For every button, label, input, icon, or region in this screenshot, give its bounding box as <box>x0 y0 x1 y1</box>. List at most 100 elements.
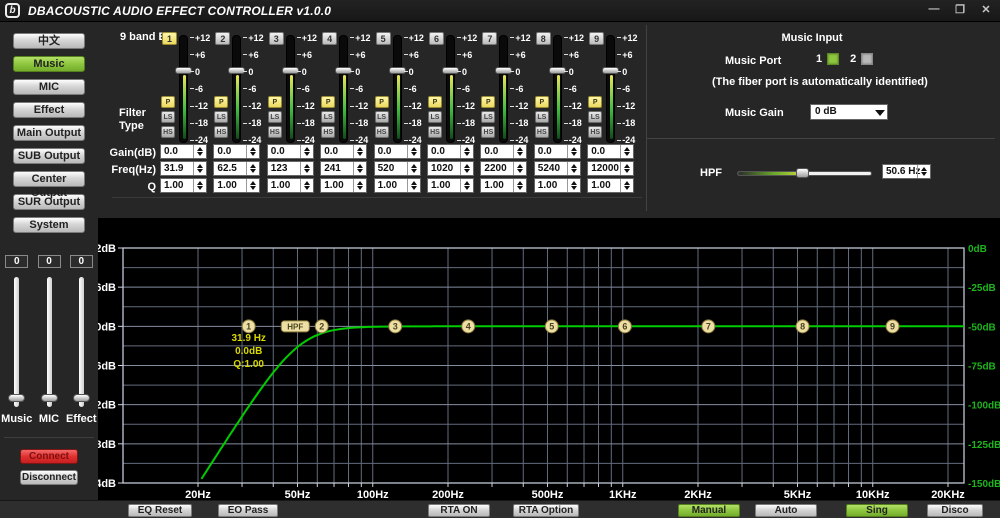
rta-option-button[interactable]: RTA Option <box>513 504 579 517</box>
eq-band-select-button[interactable]: 8 <box>536 32 551 45</box>
spinner-down-icon[interactable] <box>304 186 310 190</box>
spinner-up-icon[interactable] <box>411 181 417 185</box>
filter-type-hs-button[interactable]: HS <box>428 126 442 138</box>
spinner-up-icon[interactable] <box>464 181 470 185</box>
eq-gain-slider[interactable] <box>606 35 615 143</box>
spinner-down-icon[interactable] <box>304 169 310 173</box>
spinner-arrows-icon[interactable] <box>460 162 473 175</box>
spinner-down-icon[interactable] <box>304 152 310 156</box>
eq-q-spinner-band1[interactable]: 1.00 <box>160 178 207 193</box>
fader-thumb[interactable] <box>41 394 58 402</box>
sidebar-item-SUR Output[interactable]: SUR Output <box>13 194 85 210</box>
spinner-down-icon[interactable] <box>624 169 630 173</box>
music-port-1-checkbox[interactable] <box>827 53 839 65</box>
spinner-arrows-icon[interactable] <box>567 179 580 192</box>
fader[interactable] <box>71 277 92 409</box>
spinner-arrows-icon[interactable] <box>513 162 526 175</box>
eq-reset-button[interactable]: EQ Reset <box>128 504 192 517</box>
spinner-down-icon[interactable] <box>250 152 256 156</box>
spinner-up-icon[interactable] <box>411 147 417 151</box>
eq-gain-slider[interactable] <box>499 35 508 143</box>
eq-band-select-button[interactable]: 9 <box>589 32 604 45</box>
eq-gain-slider[interactable] <box>286 35 295 143</box>
spinner-arrows-icon[interactable] <box>407 179 420 192</box>
spinner-arrows-icon[interactable] <box>513 179 526 192</box>
fader[interactable] <box>39 277 60 409</box>
eo-pass-button[interactable]: EO Pass <box>218 504 278 517</box>
spinner-up-icon[interactable] <box>571 147 577 151</box>
maximize-icon[interactable]: ❐ <box>952 3 968 16</box>
spinner-arrows-icon[interactable] <box>567 145 580 158</box>
eq-q-spinner-band3[interactable]: 1.00 <box>267 178 314 193</box>
filter-type-p-button[interactable]: P <box>375 96 389 108</box>
spinner-arrows-icon[interactable] <box>620 179 633 192</box>
eq-band-select-button[interactable]: 4 <box>322 32 337 45</box>
spinner-down-icon[interactable] <box>624 152 630 156</box>
spinner-down-icon[interactable] <box>571 186 577 190</box>
eq-band-select-button[interactable]: 6 <box>429 32 444 45</box>
spinner-down-icon[interactable] <box>517 152 523 156</box>
spinner-down-icon[interactable] <box>624 186 630 190</box>
spinner-up-icon[interactable] <box>357 181 363 185</box>
eq-gain-spinner-band8[interactable]: 0.0 <box>534 144 581 159</box>
filter-type-p-button[interactable]: P <box>535 96 549 108</box>
sing-button[interactable]: Sing <box>846 504 908 517</box>
spinner-down-icon[interactable] <box>571 169 577 173</box>
spinner-up-icon[interactable] <box>624 147 630 151</box>
band-marker-5[interactable]: 5 <box>545 320 558 333</box>
filter-type-ls-button[interactable]: LS <box>214 111 228 123</box>
sidebar-item-Center Output[interactable]: Center Output <box>13 171 85 187</box>
eq-band-select-button[interactable]: 2 <box>215 32 230 45</box>
spinner-up-icon[interactable] <box>304 147 310 151</box>
band-marker-7[interactable]: 7 <box>702 320 715 333</box>
spinner-arrows-icon[interactable] <box>193 179 206 192</box>
eq-q-spinner-band4[interactable]: 1.00 <box>320 178 367 193</box>
eq-freq-spinner-band7[interactable]: 2200 <box>480 161 527 176</box>
filter-type-p-button[interactable]: P <box>161 96 175 108</box>
hpf-value-spinner[interactable]: 50.6 Hz <box>882 164 931 179</box>
sidebar-item-中文[interactable]: 中文 <box>13 33 85 49</box>
eq-gain-slider[interactable] <box>446 35 455 143</box>
spinner-arrows-icon[interactable] <box>353 145 366 158</box>
sidebar-item-Effect[interactable]: Effect <box>13 102 85 118</box>
close-icon[interactable]: ✕ <box>978 3 994 16</box>
spinner-up-icon[interactable] <box>357 164 363 168</box>
spinner-up-icon[interactable] <box>517 181 523 185</box>
spinner-up-icon[interactable] <box>624 181 630 185</box>
hpf-curve-marker[interactable]: HPF <box>281 321 309 332</box>
sidebar-item-Main Output[interactable]: Main Output <box>13 125 85 141</box>
eq-gain-spinner-band6[interactable]: 0.0 <box>427 144 474 159</box>
filter-type-hs-button[interactable]: HS <box>375 126 389 138</box>
eq-gain-spinner-band3[interactable]: 0.0 <box>267 144 314 159</box>
manual-button[interactable]: Manual <box>678 504 740 517</box>
filter-type-ls-button[interactable]: LS <box>321 111 335 123</box>
spinner-arrows-icon[interactable] <box>917 165 930 178</box>
spinner-up-icon[interactable] <box>197 147 203 151</box>
spinner-arrows-icon[interactable] <box>246 162 259 175</box>
spinner-up-icon[interactable] <box>517 147 523 151</box>
spinner-up-icon[interactable] <box>624 164 630 168</box>
filter-type-ls-button[interactable]: LS <box>588 111 602 123</box>
filter-type-p-button[interactable]: P <box>481 96 495 108</box>
music-port-2-checkbox[interactable] <box>861 53 873 65</box>
disconnect-button[interactable]: Disconnect <box>20 470 78 485</box>
eq-gain-spinner-band1[interactable]: 0.0 <box>160 144 207 159</box>
filter-type-ls-button[interactable]: LS <box>428 111 442 123</box>
spinner-arrows-icon[interactable] <box>300 162 313 175</box>
eq-gain-spinner-band4[interactable]: 0.0 <box>320 144 367 159</box>
spinner-down-icon[interactable] <box>357 169 363 173</box>
spinner-down-icon[interactable] <box>357 186 363 190</box>
eq-freq-spinner-band8[interactable]: 5240 <box>534 161 581 176</box>
spinner-arrows-icon[interactable] <box>513 145 526 158</box>
filter-type-ls-button[interactable]: LS <box>375 111 389 123</box>
fader-thumb[interactable] <box>8 394 25 402</box>
band-marker-2[interactable]: 2 <box>315 320 328 333</box>
eq-gain-slider[interactable] <box>339 35 348 143</box>
eq-freq-spinner-band9[interactable]: 12000 <box>587 161 634 176</box>
eq-freq-spinner-band1[interactable]: 31.9 <box>160 161 207 176</box>
filter-type-hs-button[interactable]: HS <box>588 126 602 138</box>
eq-q-spinner-band8[interactable]: 1.00 <box>534 178 581 193</box>
eq-freq-spinner-band2[interactable]: 62.5 <box>213 161 260 176</box>
eq-q-spinner-band9[interactable]: 1.00 <box>587 178 634 193</box>
filter-type-p-button[interactable]: P <box>321 96 335 108</box>
